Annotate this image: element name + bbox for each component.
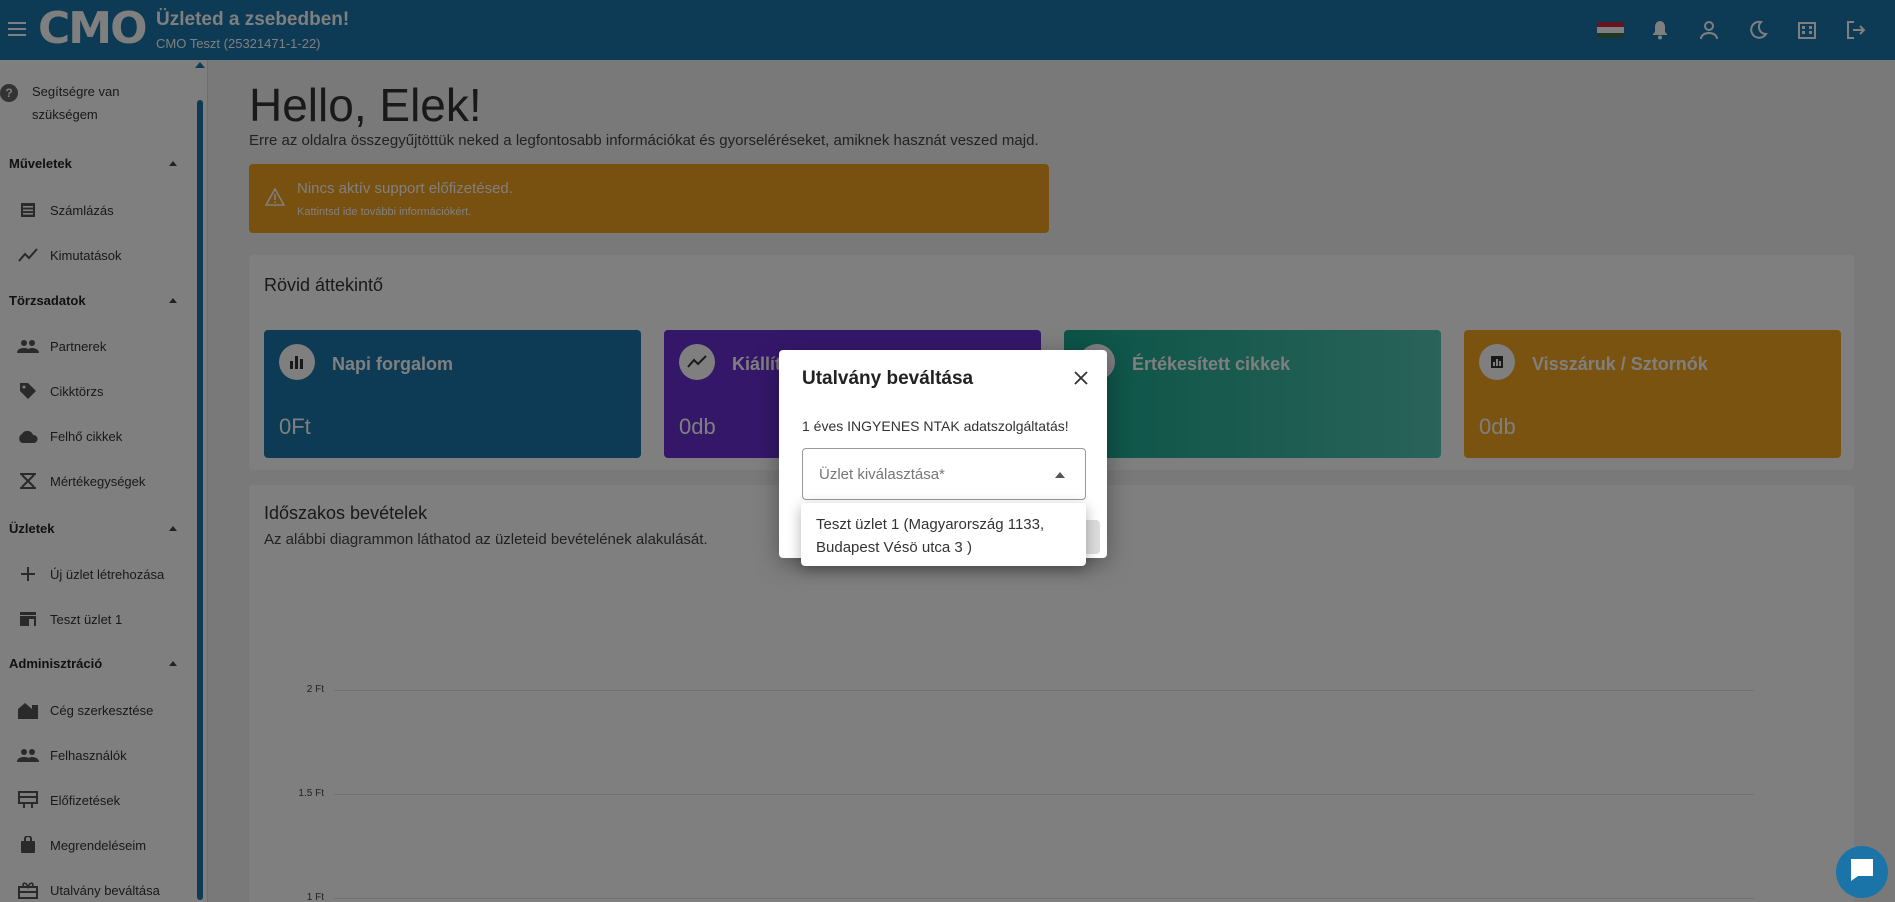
chat-icon (1848, 857, 1876, 888)
store-select[interactable]: Üzlet kiválasztása* (802, 448, 1086, 500)
select-placeholder: Üzlet kiválasztása* (819, 466, 945, 483)
close-icon[interactable] (1073, 370, 1089, 386)
select-option[interactable]: Teszt üzlet 1 (Magyarország 1133, Budape… (816, 513, 1078, 559)
store-select-menu: Teszt üzlet 1 (Magyarország 1133, Budape… (801, 503, 1086, 566)
dialog-title: Utalvány beváltása (802, 368, 974, 389)
caret-up-icon (1055, 472, 1065, 478)
dialog-text: 1 éves INGYENES NTAK adatszolgáltatás! (802, 418, 1069, 434)
chat-button[interactable] (1836, 846, 1888, 898)
